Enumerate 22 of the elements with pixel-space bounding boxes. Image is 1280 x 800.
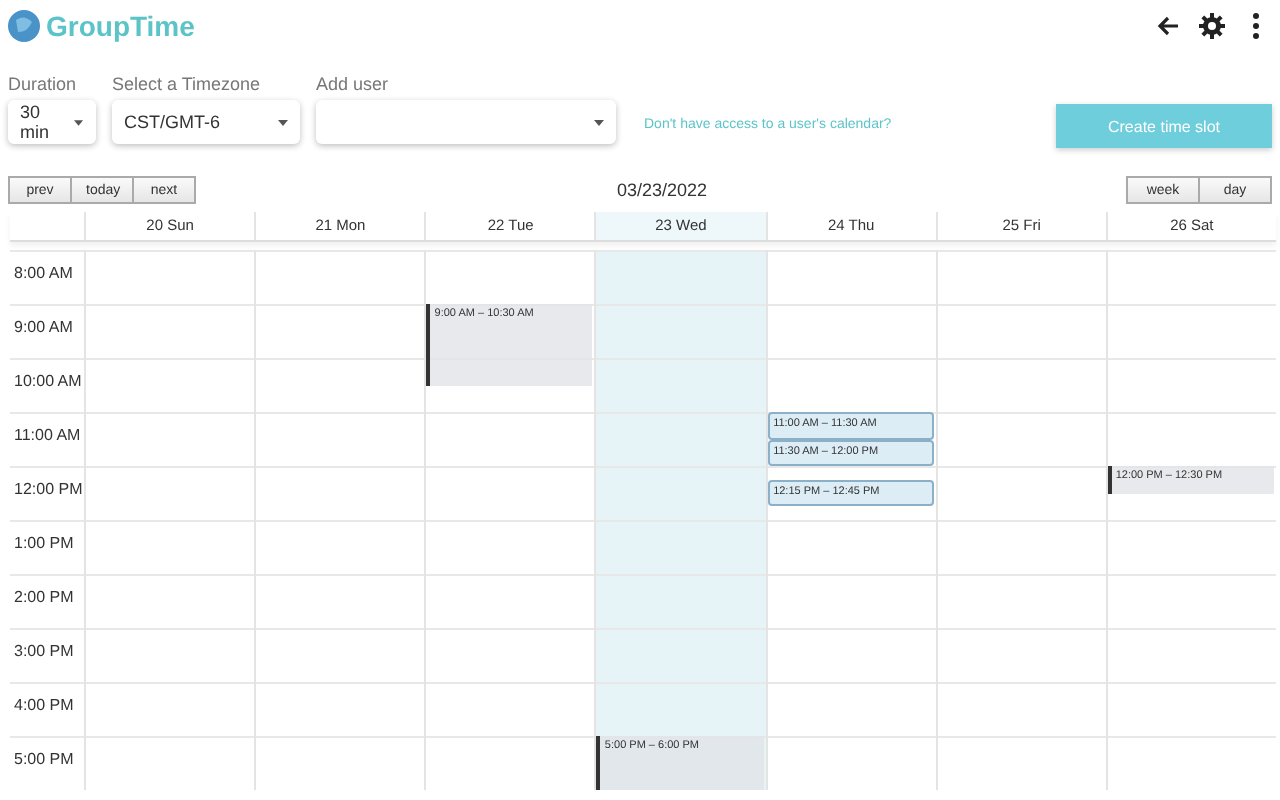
time-label: 8:00 AM <box>10 250 84 304</box>
time-label: 12:00 PM <box>10 466 84 520</box>
caret-icon <box>74 119 84 125</box>
app-title: GroupTime <box>46 10 195 42</box>
field-label: Add user <box>316 74 391 94</box>
time-label: 5:00 PM <box>10 736 84 790</box>
time-label: 9:00 AM <box>10 304 84 358</box>
time-label: 11:00 AM <box>10 412 84 466</box>
field-label: Select a Timezone <box>112 74 263 94</box>
time-label: 10:00 AM <box>10 358 84 412</box>
time-label: 1:00 PM <box>10 520 84 574</box>
logo-icon <box>8 10 40 42</box>
caret-icon <box>278 119 288 125</box>
caret-icon <box>594 119 604 125</box>
time-label: 3:00 PM <box>10 628 84 682</box>
settings-icon[interactable] <box>1196 10 1228 42</box>
time-label: 2:00 PM <box>10 574 84 628</box>
current-date: 03/23/2022 <box>614 180 710 200</box>
duration-select[interactable]: 30 min <box>8 100 96 144</box>
time-label: 4:00 PM <box>10 682 84 736</box>
timezone-select[interactable]: CST/GMT-6 <box>112 100 300 144</box>
field-label: Duration <box>8 74 79 94</box>
